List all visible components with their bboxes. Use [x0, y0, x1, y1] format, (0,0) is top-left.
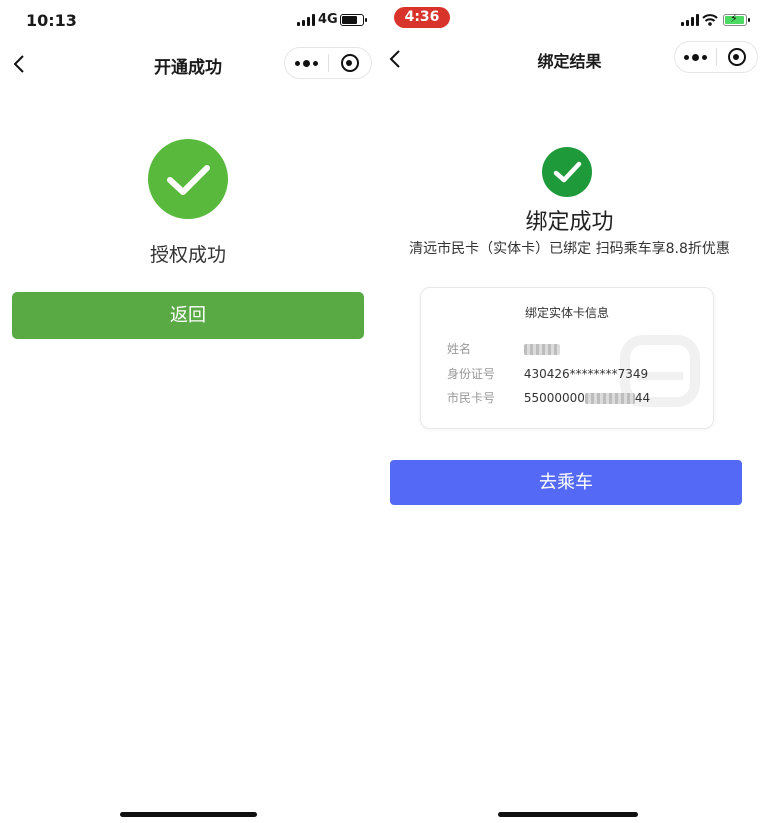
return-button[interactable]: 返回 [12, 292, 364, 339]
result-subtitle: 清远市民卡（实体卡）已绑定 扫码乘车享8.8折优惠 [409, 241, 730, 257]
right-screen: 4:36 ⚡ 绑定结果 绑定成功 清远市民卡（实体卡）已绑定 扫码乘车享8.8折… [376, 0, 763, 823]
close-button[interactable] [717, 42, 758, 72]
card-info-panel: 绑定实体卡信息 姓名 身份证号 430426********7349 市民卡号 … [420, 287, 714, 429]
card-number-label: 市民卡号 [447, 391, 496, 405]
nav-bar: 绑定结果 [376, 40, 763, 84]
card-number-suffix: 44 [634, 391, 651, 405]
nav-bar: 开通成功 [0, 42, 376, 86]
success-badge [542, 147, 592, 197]
name-value-redacted [523, 344, 560, 355]
battery-icon [340, 14, 367, 26]
card-number-prefix: 55000000 [523, 391, 585, 405]
id-value: 430426********7349 [523, 367, 649, 381]
close-target-icon [727, 48, 746, 66]
name-label: 姓名 [447, 342, 472, 356]
mini-program-capsule [284, 47, 372, 79]
success-badge [148, 139, 228, 219]
more-button[interactable] [285, 48, 328, 78]
more-dots-icon [683, 53, 707, 61]
more-dots-icon [294, 59, 318, 67]
checkmark-icon [167, 165, 210, 195]
info-row-name: 姓名 [447, 340, 560, 357]
checkmark-icon [553, 161, 582, 183]
status-bar: 10:13 4G [0, 0, 376, 40]
left-screen: 10:13 4G 开通成功 授权成功 返回 [0, 0, 376, 823]
home-indicator [120, 812, 257, 817]
close-target-icon [340, 54, 359, 72]
status-time: 4:36 [394, 7, 450, 28]
status-bar: 4:36 ⚡ [376, 0, 763, 40]
network-type: 4G [318, 12, 338, 27]
wifi-icon [702, 14, 718, 26]
info-row-card-number: 市民卡号 55000000 44 [447, 389, 650, 406]
battery-icon: ⚡ [723, 12, 750, 26]
card-info-title: 绑定实体卡信息 [524, 306, 609, 320]
signal-icon [297, 14, 315, 26]
success-message: 授权成功 [149, 244, 226, 266]
more-button[interactable] [675, 42, 716, 72]
info-row-id: 身份证号 430426********7349 [447, 365, 648, 382]
close-button[interactable] [329, 48, 372, 78]
go-ride-button[interactable]: 去乘车 [390, 460, 742, 505]
status-time: 10:13 [26, 11, 77, 30]
card-number-redacted [584, 393, 635, 404]
home-indicator [498, 812, 638, 817]
mini-program-capsule [674, 41, 758, 73]
result-title: 绑定成功 [525, 210, 614, 235]
id-label: 身份证号 [447, 367, 496, 381]
signal-icon [681, 14, 699, 26]
